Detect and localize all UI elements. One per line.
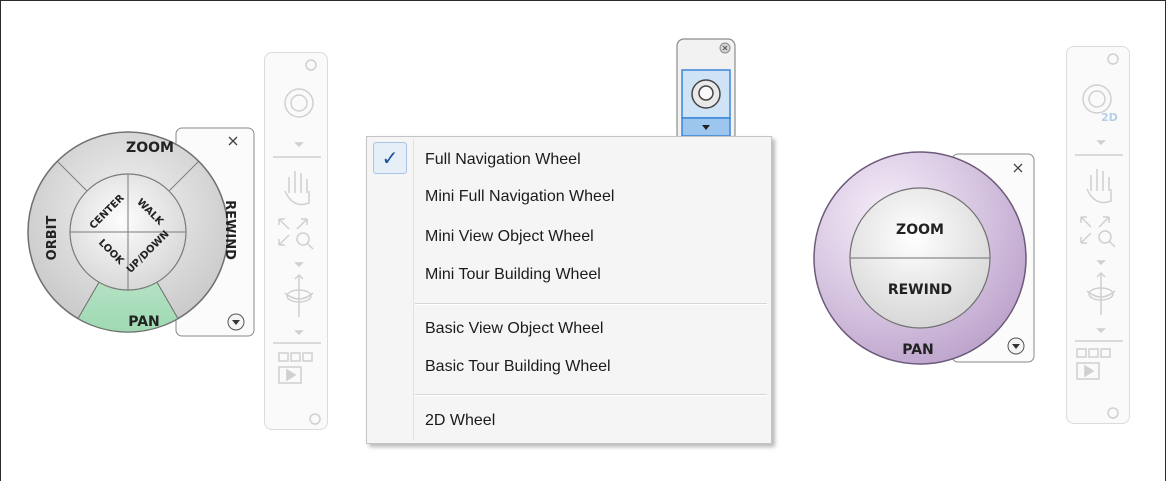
steering-wheel-button[interactable] <box>681 69 731 137</box>
2d-badge: 2D <box>1101 111 1118 124</box>
menu-item-full-navigation-wheel[interactable]: Full Navigation Wheel <box>425 142 581 178</box>
menu-item-mini-full-navigation-wheel[interactable]: Mini Full Navigation Wheel <box>425 179 614 215</box>
menu-item-basic-view-object-wheel[interactable]: Basic View Object Wheel <box>425 311 603 347</box>
navigation-bar-left-icons <box>273 59 321 425</box>
menu-item-basic-tour-building-wheel[interactable]: Basic Tour Building Wheel <box>425 349 611 385</box>
full-wheel-graphic: ZOOM ORBIT REWIND CENTER WALK LOOK UP/DO… <box>27 127 255 337</box>
zoom-label: ZOOM <box>896 222 944 238</box>
showmotion-icon <box>278 352 289 362</box>
chevron-down-icon <box>1096 260 1106 266</box>
steering-wheel-icon <box>284 88 314 118</box>
menu-separator <box>415 394 767 396</box>
hand-pan-icon <box>1086 169 1112 204</box>
steering-wheel-button-graphic <box>676 38 736 142</box>
orbit-label: ORBIT <box>45 216 60 261</box>
menu-separator <box>415 303 767 305</box>
orbit-icon <box>1086 271 1116 315</box>
checkmark-box: ✓ <box>373 142 407 174</box>
pan-label: PAN <box>902 342 934 358</box>
basic-view-object-wheel[interactable]: ZOOM REWIND PAN <box>812 150 1040 370</box>
full-navigation-wheel[interactable]: ZOOM ORBIT REWIND CENTER WALK LOOK UP/DO… <box>26 118 258 346</box>
chevron-down-icon <box>1096 328 1106 334</box>
navigation-bar-right[interactable]: 2D <box>1066 46 1130 424</box>
zoom-extents-icon <box>278 218 308 246</box>
menu-item-mini-view-object-wheel[interactable]: Mini View Object Wheel <box>425 219 594 255</box>
close-icon <box>1107 53 1119 65</box>
pan-label: PAN <box>128 314 160 330</box>
chevron-down-icon <box>294 330 304 336</box>
chevron-down-icon <box>294 142 304 148</box>
chevron-down-icon[interactable] <box>227 313 245 331</box>
steering-wheel-2d-icon <box>1082 84 1112 114</box>
rewind-label: REWIND <box>222 200 237 260</box>
navigation-bar-left[interactable] <box>264 52 328 430</box>
menu-item-2d-wheel[interactable]: 2D Wheel <box>425 403 495 439</box>
zoom-label: ZOOM <box>126 140 174 156</box>
menu-item-mini-tour-building-wheel[interactable]: Mini Tour Building Wheel <box>425 257 601 293</box>
rewind-label: REWIND <box>888 282 952 298</box>
checkmark-icon: ✓ <box>381 146 399 170</box>
chevron-down-icon <box>294 262 304 268</box>
zoom-extents-icon <box>1080 216 1110 244</box>
minimize-icon <box>309 413 321 425</box>
close-icon <box>305 59 317 71</box>
orbit-icon <box>284 273 314 317</box>
hand-pan-icon <box>284 171 310 206</box>
basic-wheel-graphic: ZOOM REWIND PAN <box>813 151 1035 365</box>
chevron-down-icon[interactable] <box>1007 337 1025 355</box>
minimize-icon <box>1107 407 1119 419</box>
chevron-down-icon <box>1096 140 1106 146</box>
close-icon[interactable] <box>719 42 731 54</box>
menu-icon-gutter <box>413 139 414 441</box>
wheel-context-menu: ✓ Full Navigation Wheel Mini Full Naviga… <box>366 136 772 444</box>
steering-wheel-button-panel <box>676 38 736 142</box>
navigation-bar-right-icons: 2D <box>1075 53 1123 419</box>
showmotion-icon <box>1076 348 1087 358</box>
